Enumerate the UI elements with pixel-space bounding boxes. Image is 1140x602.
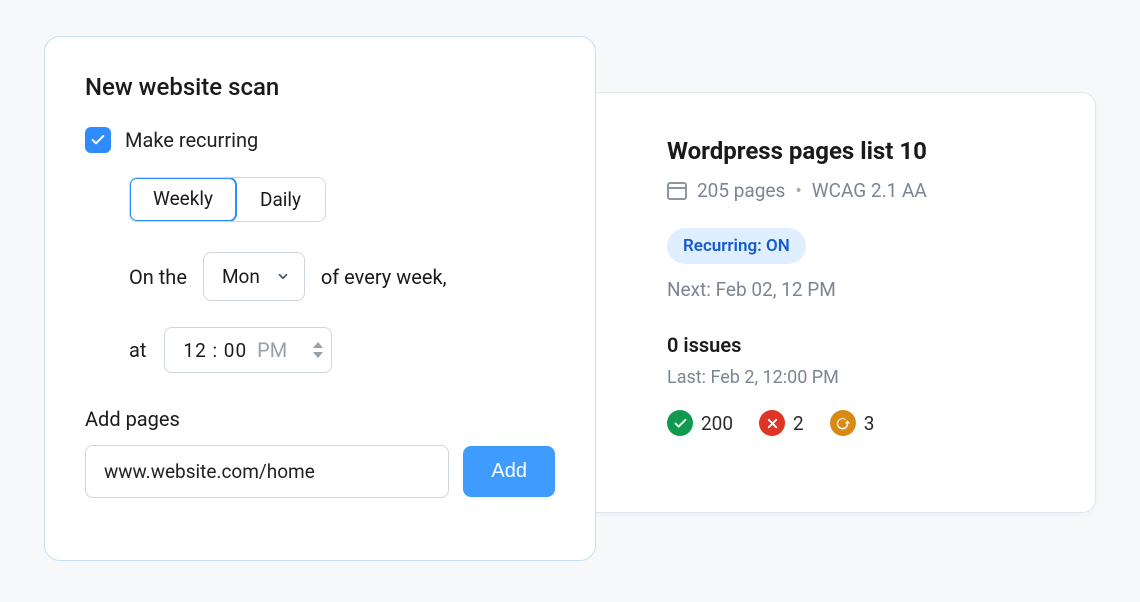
add-pages-row: www.website.com/home Add: [85, 445, 555, 498]
stepper-up-icon: [313, 341, 323, 349]
stat-passed-value: 200: [701, 412, 733, 435]
of-every-week-label: of every week,: [321, 265, 447, 289]
add-button[interactable]: Add: [463, 446, 555, 497]
stepper-down-icon: [313, 351, 323, 359]
recurring-badge: Recurring: ON: [667, 228, 806, 264]
wcag-standard: WCAG 2.1 AA: [812, 179, 927, 202]
ampm-label: PM: [257, 338, 287, 362]
next-scan-label: Next: Feb 02, 12 PM: [667, 278, 1059, 301]
stat-failed-value: 2: [793, 412, 804, 435]
stat-failed: 2: [759, 410, 804, 436]
refresh-circle-icon: [830, 410, 856, 436]
frequency-daily-tab[interactable]: Daily: [236, 178, 325, 221]
scan-meta-row: 205 pages • WCAG 2.1 AA: [667, 179, 1059, 202]
make-recurring-checkbox[interactable]: [85, 127, 111, 153]
stat-pending-value: 3: [864, 412, 875, 435]
add-pages-section: Add pages www.website.com/home Add: [85, 407, 555, 498]
issues-count: 0 issues: [667, 333, 1059, 357]
x-circle-icon: [759, 410, 785, 436]
add-pages-label: Add pages: [85, 407, 555, 431]
url-input[interactable]: www.website.com/home: [85, 445, 449, 498]
pages-icon: [667, 182, 687, 200]
stat-passed: 200: [667, 410, 733, 436]
time-value: 12 : 00: [183, 339, 247, 362]
day-select-value: Mon: [222, 265, 260, 288]
time-row: at 12 : 00 PM: [129, 327, 555, 373]
make-recurring-label: Make recurring: [125, 128, 258, 152]
check-circle-icon: [667, 410, 693, 436]
make-recurring-row: Make recurring: [85, 127, 555, 153]
new-scan-title: New website scan: [85, 73, 555, 101]
at-label: at: [129, 338, 146, 362]
checkmark-icon: [90, 132, 106, 148]
scan-info-card: Wordpress pages list 10 205 pages • WCAG…: [574, 92, 1096, 513]
frequency-weekly-tab[interactable]: Weekly: [129, 177, 237, 222]
frequency-toggle: Weekly Daily: [129, 177, 326, 222]
time-input[interactable]: 12 : 00 PM: [164, 327, 332, 373]
new-scan-card: New website scan Make recurring Weekly D…: [44, 36, 596, 561]
pages-count: 205 pages: [697, 179, 785, 202]
separator-dot: •: [795, 179, 801, 202]
stats-row: 200 2 3: [667, 410, 1059, 436]
chevron-down-icon: [276, 265, 290, 288]
stat-pending: 3: [830, 410, 875, 436]
time-stepper[interactable]: [313, 341, 323, 359]
day-row: On the Mon of every week,: [129, 252, 555, 301]
on-the-label: On the: [129, 265, 187, 289]
scan-info-title: Wordpress pages list 10: [667, 137, 1059, 165]
last-scan-label: Last: Feb 2, 12:00 PM: [667, 367, 1059, 388]
day-select[interactable]: Mon: [203, 252, 305, 301]
schedule-section: Weekly Daily On the Mon of every week, a…: [129, 177, 555, 373]
